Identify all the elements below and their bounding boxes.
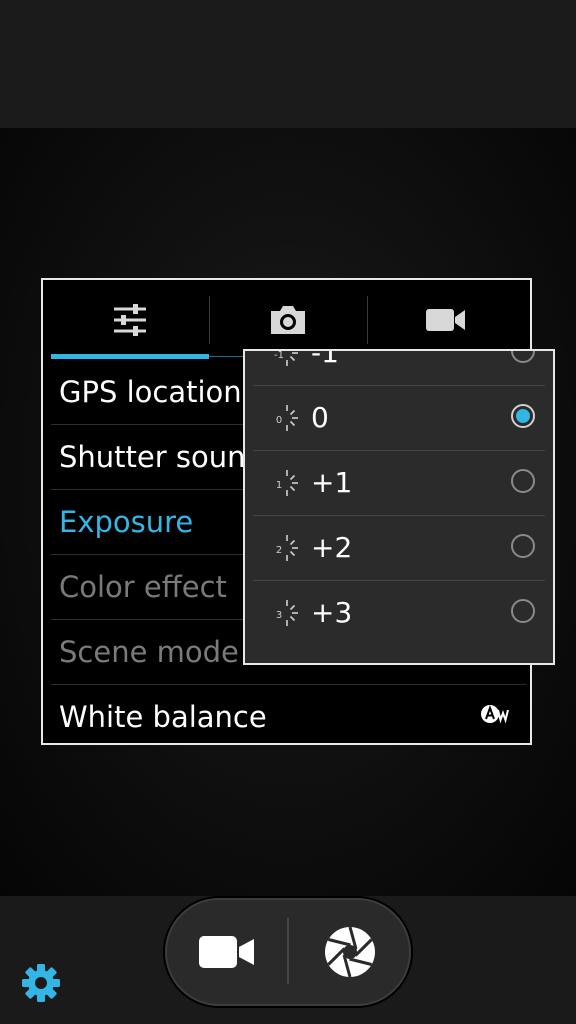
camera-icon: [271, 306, 305, 334]
capture-controls: [165, 898, 411, 1006]
setting-label: Scene mode: [59, 635, 239, 669]
exposure-radio[interactable]: [511, 404, 535, 428]
video-camera-icon: [198, 936, 254, 968]
exposure-radio[interactable]: [511, 351, 535, 363]
shutter-icon: [325, 926, 375, 978]
exposure-level-icon: 1: [276, 470, 298, 496]
exposure-option[interactable]: 3 +3: [253, 581, 545, 646]
tab-general-settings[interactable]: [51, 280, 209, 360]
exposure-level-digit: -1: [274, 350, 284, 361]
exposure-option-label: +1: [311, 466, 353, 499]
exposure-popup: -1 -1 0 0 1 +1 2 +2 3 +3: [243, 349, 555, 665]
setting-label: White balance: [59, 700, 267, 734]
sliders-icon: [114, 304, 146, 336]
exposure-level-icon: 3: [276, 600, 298, 626]
setting-white-balance[interactable]: White balance: [51, 685, 526, 750]
settings-tabs: [51, 280, 526, 360]
gear-icon: [22, 964, 60, 1002]
exposure-radio[interactable]: [511, 534, 535, 558]
shutter-button[interactable]: [289, 898, 411, 1006]
setting-label: GPS location: [59, 375, 242, 409]
tab-camera-settings[interactable]: [209, 280, 367, 360]
exposure-level-digit: 2: [276, 545, 282, 556]
setting-label: Shutter sound: [59, 440, 264, 474]
exposure-option[interactable]: 00: [253, 386, 545, 451]
exposure-level-digit: 0: [276, 415, 282, 426]
exposure-option-label: +3: [311, 596, 353, 629]
exposure-radio[interactable]: [511, 599, 535, 623]
exposure-level-icon: -1: [274, 350, 298, 366]
exposure-option[interactable]: 2 +2: [253, 516, 545, 581]
auto-white-balance-icon: [481, 705, 509, 724]
exposure-option-label: -1: [311, 349, 339, 369]
exposure-option[interactable]: -1 -1: [253, 349, 545, 386]
setting-label: Color effect: [59, 570, 227, 604]
setting-label: Exposure: [59, 505, 194, 539]
exposure-option-label: 0: [311, 401, 329, 434]
exposure-option[interactable]: 1 +1: [253, 451, 545, 516]
video-camera-icon: [426, 309, 465, 331]
settings-button[interactable]: [20, 962, 62, 1004]
tab-video-settings[interactable]: [367, 280, 525, 360]
video-record-button[interactable]: [165, 898, 288, 1006]
exposure-level-digit: 1: [276, 480, 282, 491]
top-bar: [0, 0, 576, 128]
exposure-option-label: +2: [311, 531, 353, 564]
exposure-radio[interactable]: [511, 469, 535, 493]
selected-tab-indicator: [51, 354, 209, 359]
exposure-level-icon: 2: [276, 535, 298, 561]
exposure-level-icon: 0: [276, 405, 298, 431]
exposure-level-digit: 3: [276, 610, 282, 621]
